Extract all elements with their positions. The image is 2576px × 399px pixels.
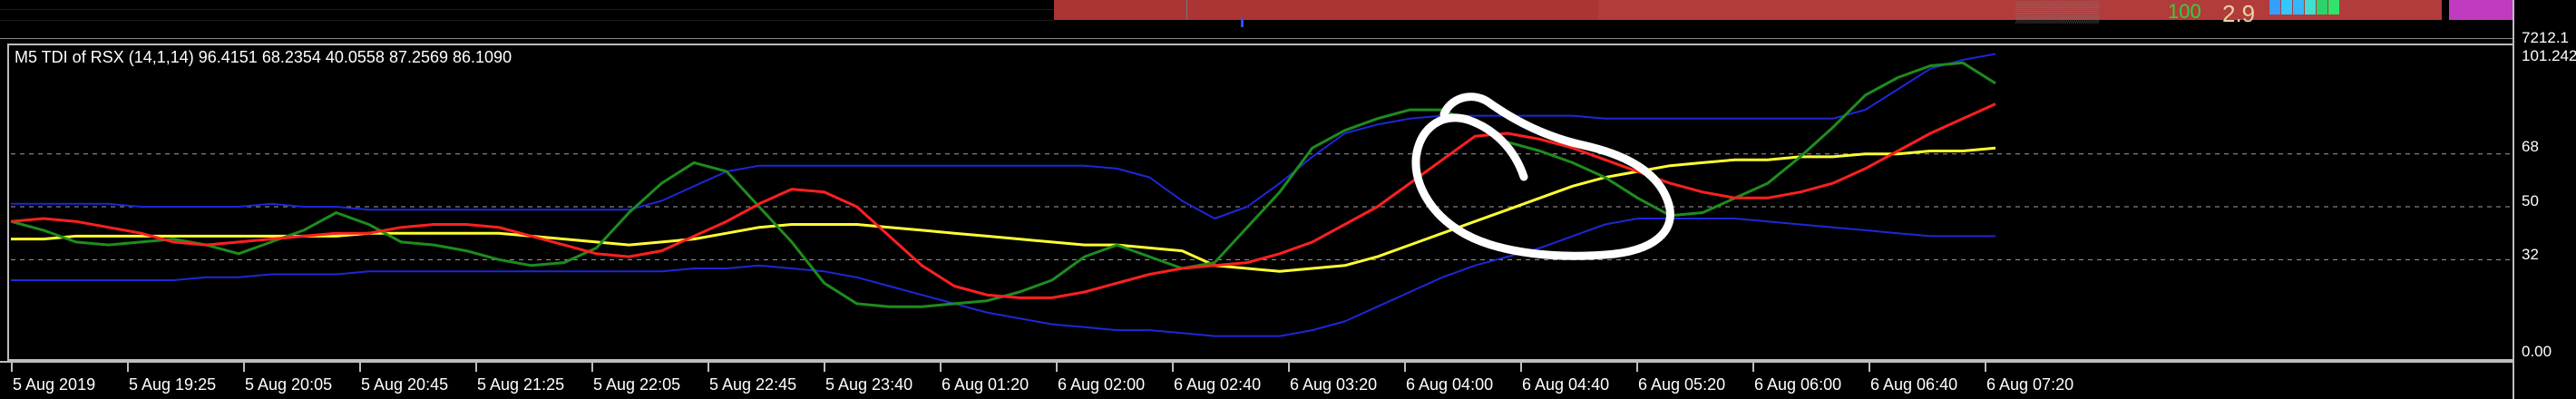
upper-band-line [11,53,1996,219]
time-tick [940,363,942,372]
time-tick [824,363,825,372]
time-label: 5 Aug 20:05 [245,375,333,394]
hand-drawn-circle-annotation [1411,92,1674,260]
time-label: 5 Aug 23:40 [825,375,913,394]
axis-label-max: 101.242 [2522,47,2576,64]
axis-label-32: 32 [2522,246,2539,263]
time-tick [475,363,477,372]
axis-label-50: 50 [2522,192,2539,209]
time-tick [1985,363,1986,372]
price-axis-strip-label: 7212.1 [2522,29,2569,46]
time-tick [243,363,245,372]
time-label: 6 Aug 02:40 [1174,375,1262,394]
time-tick [1172,363,1174,372]
time-label: 6 Aug 07:20 [1986,375,2074,394]
time-tick [1520,363,1522,372]
axis-label-68: 68 [2522,138,2539,155]
time-label: 6 Aug 04:00 [1406,375,1494,394]
time-label: 5 Aug 19:25 [129,375,217,394]
time-tick [1869,363,1870,372]
time-tick [1056,363,1058,372]
time-tick [1288,363,1290,372]
time-label: 5 Aug 2019 [13,375,96,394]
time-label: 6 Aug 02:00 [1058,375,1146,394]
time-label: 6 Aug 04:40 [1522,375,1610,394]
time-label: 5 Aug 22:45 [709,375,797,394]
signal-line-line [10,102,1996,299]
time-label: 5 Aug 21:25 [477,375,565,394]
time-label: 6 Aug 06:40 [1870,375,1958,394]
trading-chart-window: ▒▒▒▒▒▒▒ 100 2.9 M5 TDI of RSX (14,1,14) … [0,0,2576,399]
time-tick [11,363,13,372]
time-label: 5 Aug 22:05 [593,375,681,394]
time-tick [1404,363,1406,372]
time-label: 6 Aug 01:20 [942,375,1029,394]
time-tick [591,363,593,372]
time-tick [1636,363,1638,372]
rsi-price-line-line [10,61,1996,308]
time-label: 6 Aug 05:20 [1638,375,1726,394]
time-label: 6 Aug 06:00 [1754,375,1842,394]
time-label: 5 Aug 20:45 [361,375,449,394]
time-tick [127,363,129,372]
time-tick [707,363,709,372]
time-tick [359,363,361,372]
time-tick [1752,363,1754,372]
axis-label-min: 0.00 [2522,343,2552,360]
time-label: 6 Aug 03:20 [1290,375,1378,394]
indicator-plot[interactable] [0,0,2513,399]
